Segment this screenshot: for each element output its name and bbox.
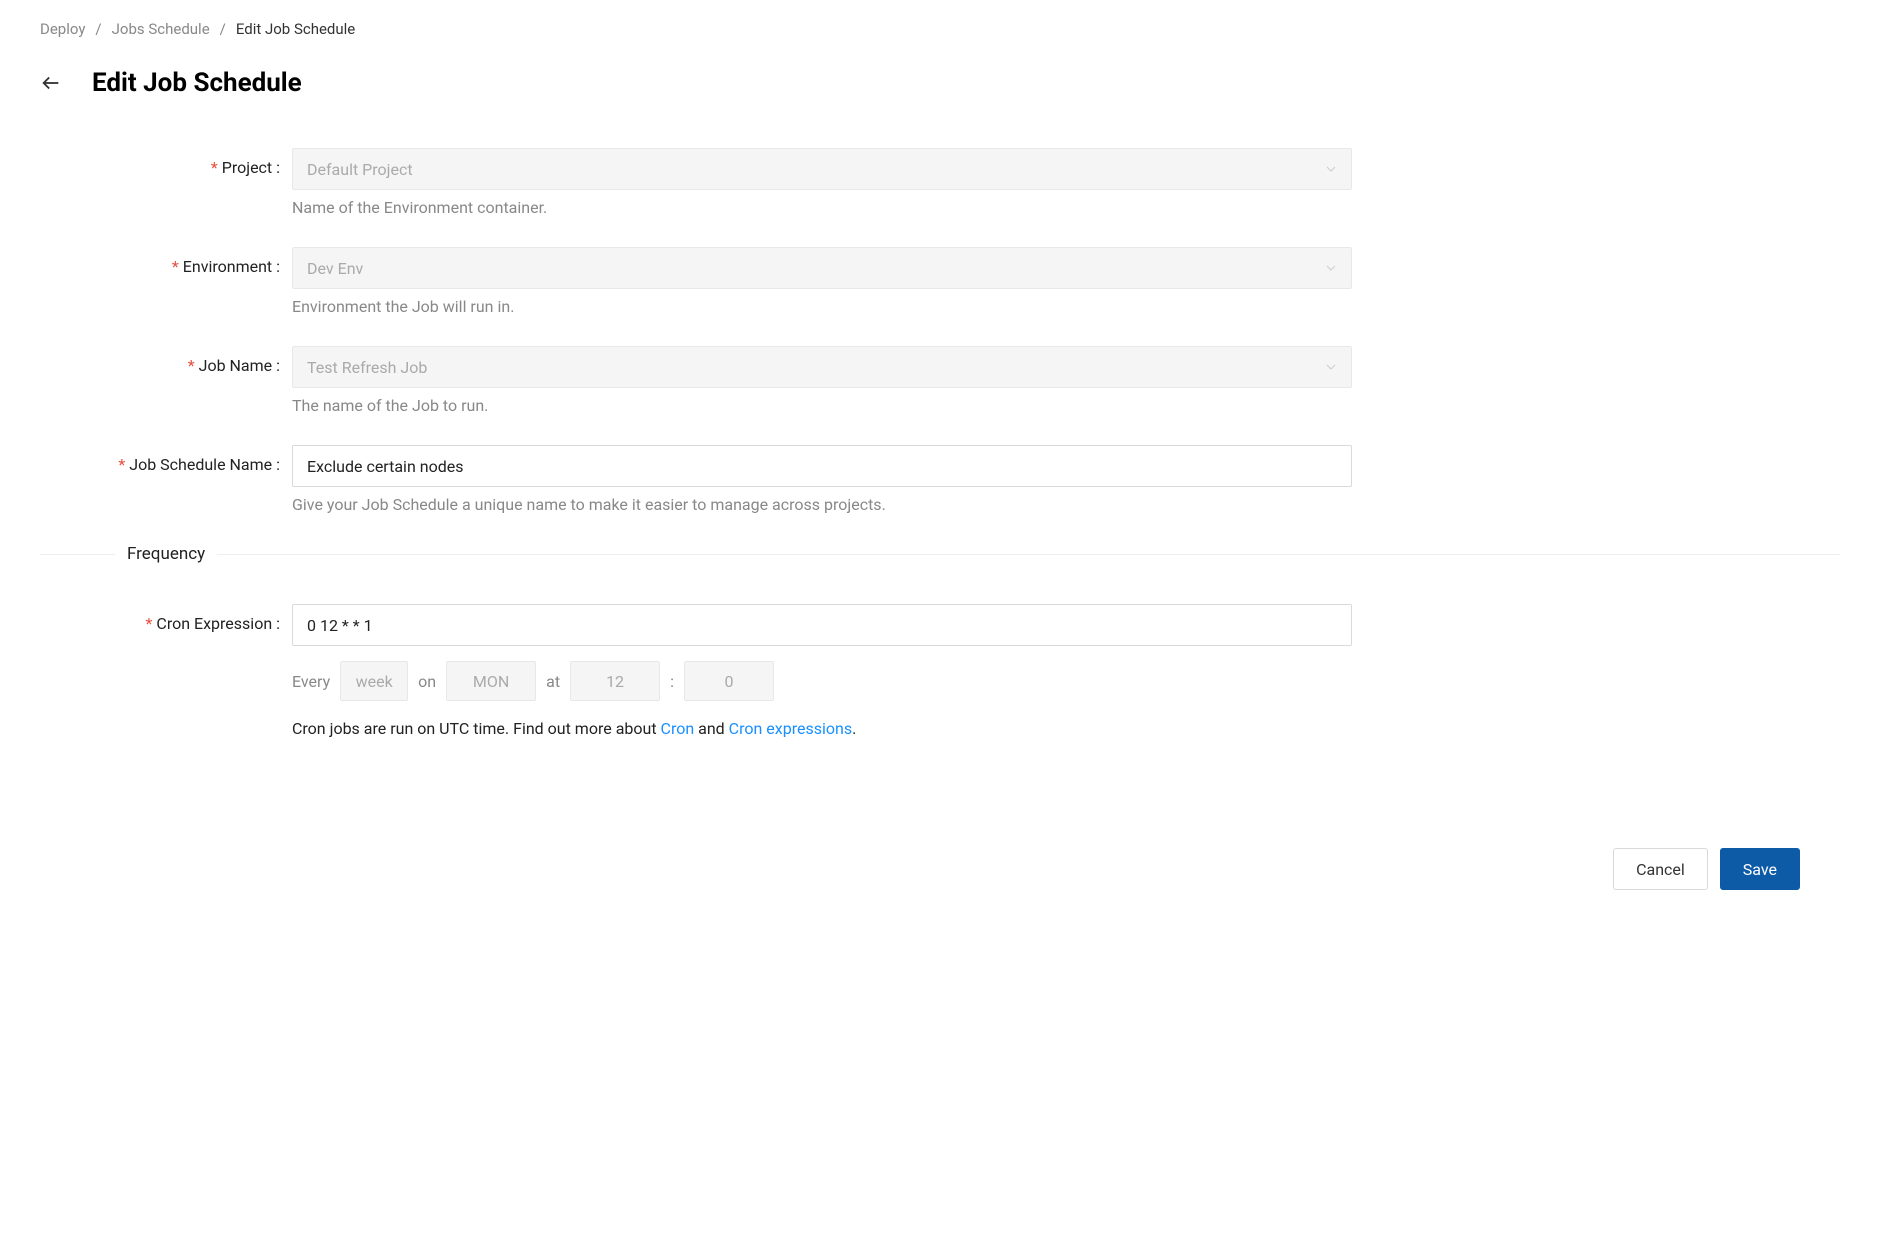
cron-parsed-row: Every week on MON at 12 : 0 xyxy=(292,661,1352,701)
job-name-label: *Job Name : xyxy=(40,346,292,375)
project-select-value: Default Project xyxy=(307,160,413,179)
cron-colon: : xyxy=(670,672,674,691)
page-title: Edit Job Schedule xyxy=(92,68,302,98)
schedule-name-help: Give your Job Schedule a unique name to … xyxy=(292,495,1352,514)
cron-at-label: at xyxy=(546,672,560,691)
environment-label: *Environment : xyxy=(40,247,292,276)
breadcrumb-separator: / xyxy=(220,20,226,38)
job-name-help: The name of the Job to run. xyxy=(292,396,1352,415)
chevron-down-icon xyxy=(1325,160,1337,179)
save-button[interactable]: Save xyxy=(1720,848,1800,890)
breadcrumb-item-jobs-schedule[interactable]: Jobs Schedule xyxy=(112,20,210,38)
breadcrumb-current: Edit Job Schedule xyxy=(236,20,355,38)
environment-help: Environment the Job will run in. xyxy=(292,297,1352,316)
chevron-down-icon xyxy=(1325,358,1337,377)
cron-expression-input[interactable] xyxy=(292,604,1352,646)
project-help: Name of the Environment container. xyxy=(292,198,1352,217)
job-name-select-value: Test Refresh Job xyxy=(307,358,427,377)
project-select[interactable]: Default Project xyxy=(292,148,1352,190)
cron-on-label: on xyxy=(418,672,436,691)
job-name-select[interactable]: Test Refresh Job xyxy=(292,346,1352,388)
schedule-name-input[interactable] xyxy=(292,445,1352,487)
cancel-button[interactable]: Cancel xyxy=(1613,848,1708,890)
cron-every-label: Every xyxy=(292,672,330,691)
environment-select[interactable]: Dev Env xyxy=(292,247,1352,289)
cron-hour-box: 12 xyxy=(570,661,660,701)
breadcrumb-separator: / xyxy=(95,20,101,38)
cron-link[interactable]: Cron xyxy=(661,719,695,738)
project-label: *Project : xyxy=(40,148,292,177)
frequency-section-divider: Frequency xyxy=(40,544,1840,564)
breadcrumb-item-deploy[interactable]: Deploy xyxy=(40,20,85,38)
cron-info-text: Cron jobs are run on UTC time. Find out … xyxy=(292,719,1352,738)
cron-expressions-link[interactable]: Cron expressions xyxy=(729,719,852,738)
breadcrumb: Deploy / Jobs Schedule / Edit Job Schedu… xyxy=(40,20,1840,38)
back-arrow-icon[interactable] xyxy=(40,72,62,94)
cron-minute-box: 0 xyxy=(684,661,774,701)
cron-unit-box: week xyxy=(340,661,408,701)
cron-day-box: MON xyxy=(446,661,536,701)
schedule-name-label: *Job Schedule Name : xyxy=(40,445,292,474)
environment-select-value: Dev Env xyxy=(307,259,363,278)
frequency-section-title: Frequency xyxy=(115,544,217,564)
cron-expression-label: *Cron Expression : xyxy=(40,604,292,633)
chevron-down-icon xyxy=(1325,259,1337,278)
